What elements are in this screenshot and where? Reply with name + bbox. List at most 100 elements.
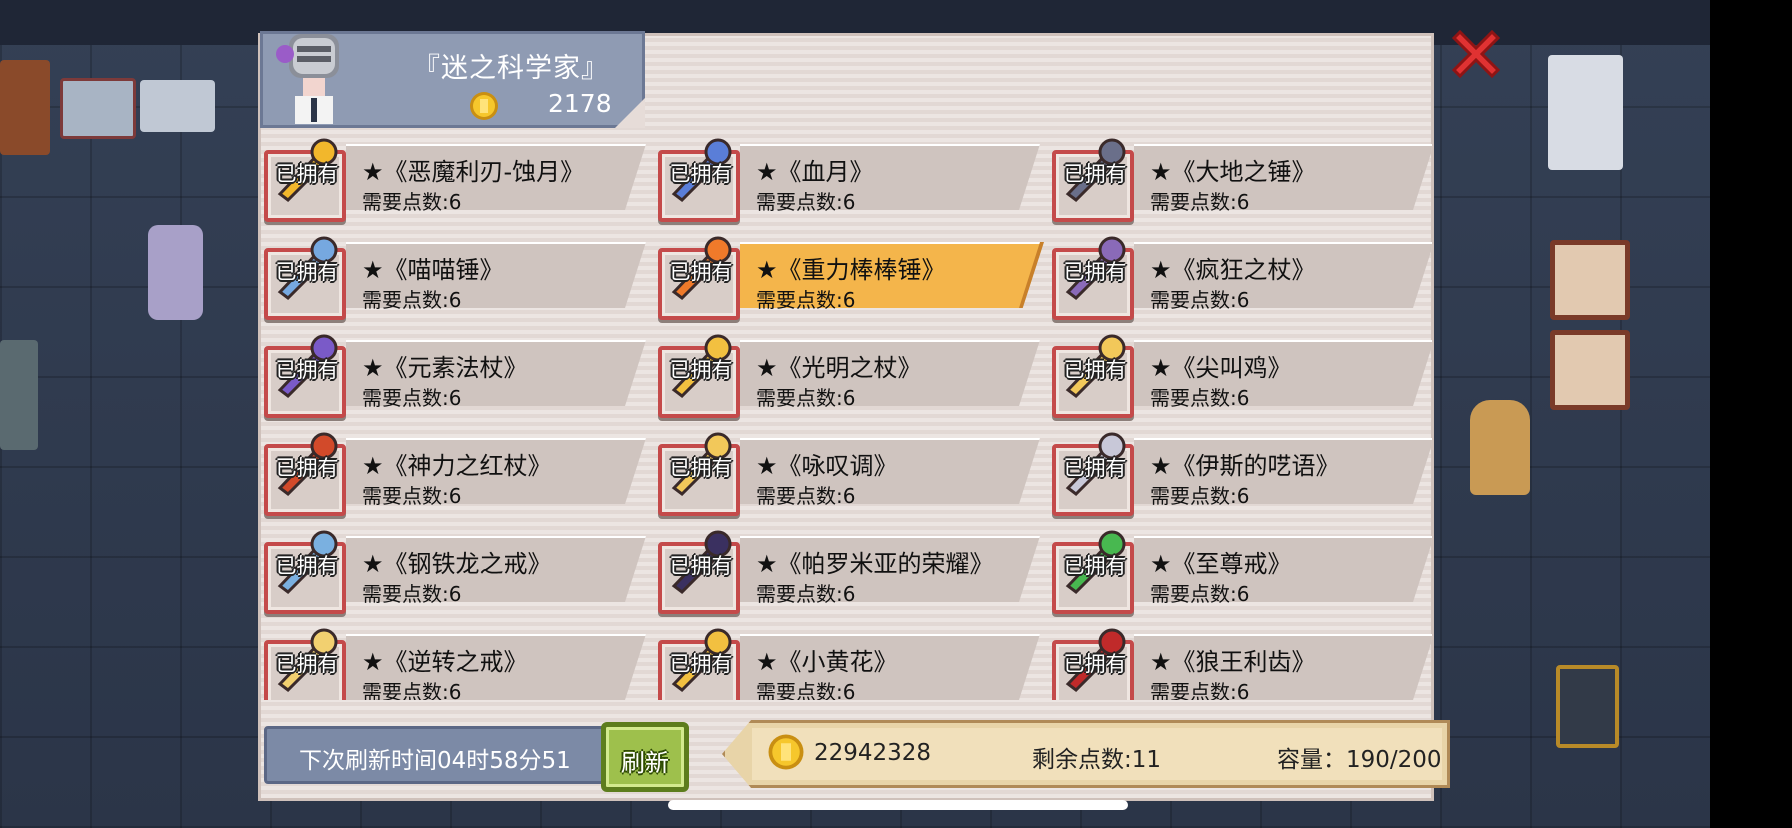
- coin-icon: [768, 734, 804, 770]
- refresh-button[interactable]: 刷新: [601, 722, 689, 792]
- item-title: ★《疯狂之杖》: [1150, 256, 1316, 284]
- owned-label: 已拥有: [275, 162, 339, 186]
- item-requirement: 需要点数:6: [756, 386, 856, 410]
- owned-label: 已拥有: [669, 260, 733, 284]
- item-title: ★《神力之红杖》: [362, 452, 552, 480]
- item-title: ★《咏叹调》: [756, 452, 898, 480]
- status-bar: 22942328 剩余点数:11 容量：190/200: [722, 718, 1450, 790]
- plant-pot: [0, 340, 38, 450]
- target-board: [1550, 240, 1630, 320]
- capacity: 容量：190/200: [1277, 747, 1442, 773]
- close-icon[interactable]: [1446, 24, 1506, 84]
- machine-prop: [60, 78, 136, 139]
- shop-item[interactable]: 已拥有 ★《钢铁龙之戒》需要点数:6: [262, 520, 657, 616]
- item-title: ★《逆转之戒》: [362, 648, 528, 676]
- item-title: ★《小黄花》: [756, 648, 898, 676]
- shop-item[interactable]: 已拥有 ★《神力之红杖》需要点数:6: [262, 422, 657, 518]
- merchant-gold: 2178: [548, 89, 612, 118]
- vending-machine: [1556, 665, 1619, 748]
- item-title: ★《帕罗米亚的荣耀》: [756, 550, 994, 578]
- item-requirement: 需要点数:6: [756, 288, 856, 312]
- npc-character: [148, 225, 203, 320]
- refresh-timer-label: 下次刷新时间04时58分51: [299, 748, 571, 774]
- shop-item[interactable]: 已拥有 ★《重力棒棒锤》需要点数:6: [656, 226, 1051, 322]
- item-requirement: 需要点数:6: [1150, 582, 1250, 606]
- item-requirement: 需要点数:6: [756, 582, 856, 606]
- shop-item[interactable]: 已拥有 ★《尖叫鸡》需要点数:6: [1050, 324, 1432, 420]
- remaining-points: 剩余点数:11: [1032, 747, 1162, 773]
- item-requirement: 需要点数:6: [1150, 288, 1250, 312]
- item-title: ★《狼王利齿》: [1150, 648, 1316, 676]
- item-requirement: 需要点数:6: [756, 484, 856, 508]
- refresh-timer: 下次刷新时间04时58分51: [264, 726, 609, 784]
- shop-item[interactable]: 已拥有 ★《大地之锤》需要点数:6: [1050, 128, 1432, 224]
- knight-character: [1470, 400, 1530, 495]
- target-board-2: [1550, 330, 1630, 410]
- item-requirement: 需要点数:6: [362, 582, 462, 606]
- owned-label: 已拥有: [275, 554, 339, 578]
- owned-label: 已拥有: [1063, 358, 1127, 382]
- refresh-button-label: 刷新: [621, 749, 669, 777]
- item-requirement: 需要点数:6: [1150, 484, 1250, 508]
- shop-item[interactable]: 已拥有 ★《恶魔利刃-蚀月》需要点数:6: [262, 128, 657, 224]
- wooden-cabinet: [0, 60, 50, 155]
- owned-label: 已拥有: [669, 554, 733, 578]
- item-title: ★《重力棒棒锤》: [756, 256, 946, 284]
- shop-item[interactable]: 已拥有 ★《狼王利齿》需要点数:6: [1050, 618, 1432, 700]
- shop-item[interactable]: 已拥有 ★《光明之杖》需要点数:6: [656, 324, 1051, 420]
- shop-item[interactable]: 已拥有 ★《咏叹调》需要点数:6: [656, 422, 1051, 518]
- shop-item[interactable]: 已拥有 ★《逆转之戒》需要点数:6: [262, 618, 657, 700]
- owned-label: 已拥有: [275, 358, 339, 382]
- screen-edge: [1710, 0, 1792, 828]
- computer-prop: [140, 80, 215, 132]
- owned-label: 已拥有: [669, 358, 733, 382]
- owned-label: 已拥有: [1063, 456, 1127, 480]
- item-title: ★《喵喵锤》: [362, 256, 504, 284]
- item-title: ★《元素法杖》: [362, 354, 528, 382]
- item-requirement: 需要点数:6: [1150, 190, 1250, 214]
- owned-label: 已拥有: [669, 456, 733, 480]
- item-requirement: 需要点数:6: [1150, 386, 1250, 410]
- right-machine: [1548, 55, 1623, 170]
- owned-label: 已拥有: [275, 456, 339, 480]
- item-requirement: 需要点数:6: [362, 386, 462, 410]
- item-requirement: 需要点数:6: [756, 680, 856, 700]
- corner-fold: [615, 98, 645, 128]
- owned-label: 已拥有: [1063, 652, 1127, 676]
- item-requirement: 需要点数:6: [1150, 680, 1250, 700]
- owned-label: 已拥有: [275, 260, 339, 284]
- shop-item[interactable]: 已拥有 ★《血月》需要点数:6: [656, 128, 1051, 224]
- item-title: ★《血月》: [756, 158, 874, 186]
- item-title: ★《伊斯的呓语》: [1150, 452, 1340, 480]
- item-title: ★《光明之杖》: [756, 354, 922, 382]
- merchant-header: 『迷之科学家』 2178: [260, 31, 645, 128]
- shop-item[interactable]: 已拥有 ★《疯狂之杖》需要点数:6: [1050, 226, 1432, 322]
- scientist-avatar: [276, 34, 339, 124]
- item-requirement: 需要点数:6: [362, 190, 462, 214]
- item-requirement: 需要点数:6: [756, 190, 856, 214]
- coin-icon: [470, 92, 498, 120]
- home-indicator[interactable]: [668, 800, 1128, 810]
- item-title: ★《大地之锤》: [1150, 158, 1316, 186]
- item-requirement: 需要点数:6: [362, 484, 462, 508]
- owned-label: 已拥有: [275, 652, 339, 676]
- shop-item[interactable]: 已拥有 ★《伊斯的呓语》需要点数:6: [1050, 422, 1432, 518]
- owned-label: 已拥有: [1063, 260, 1127, 284]
- item-requirement: 需要点数:6: [362, 288, 462, 312]
- shop-item[interactable]: 已拥有 ★《元素法杖》需要点数:6: [262, 324, 657, 420]
- merchant-name: 『迷之科学家』: [413, 53, 609, 84]
- item-list[interactable]: 已拥有 ★《恶魔利刃-蚀月》需要点数:6 已拥有 ★《血月》需要点数:6 已拥有 ★《大地…: [262, 128, 1432, 700]
- shop-item[interactable]: 已拥有 ★《喵喵锤》需要点数:6: [262, 226, 657, 322]
- item-title: ★《钢铁龙之戒》: [362, 550, 552, 578]
- item-title: ★《恶魔利刃-蚀月》: [362, 158, 585, 186]
- owned-label: 已拥有: [1063, 554, 1127, 578]
- shop-item[interactable]: 已拥有 ★《至尊戒》需要点数:6: [1050, 520, 1432, 616]
- owned-label: 已拥有: [1063, 162, 1127, 186]
- shop-item[interactable]: 已拥有 ★《帕罗米亚的荣耀》需要点数:6: [656, 520, 1051, 616]
- owned-label: 已拥有: [669, 162, 733, 186]
- item-requirement: 需要点数:6: [362, 680, 462, 700]
- item-title: ★《尖叫鸡》: [1150, 354, 1292, 382]
- shop-item[interactable]: 已拥有 ★《小黄花》需要点数:6: [656, 618, 1051, 700]
- item-title: ★《至尊戒》: [1150, 550, 1292, 578]
- owned-label: 已拥有: [669, 652, 733, 676]
